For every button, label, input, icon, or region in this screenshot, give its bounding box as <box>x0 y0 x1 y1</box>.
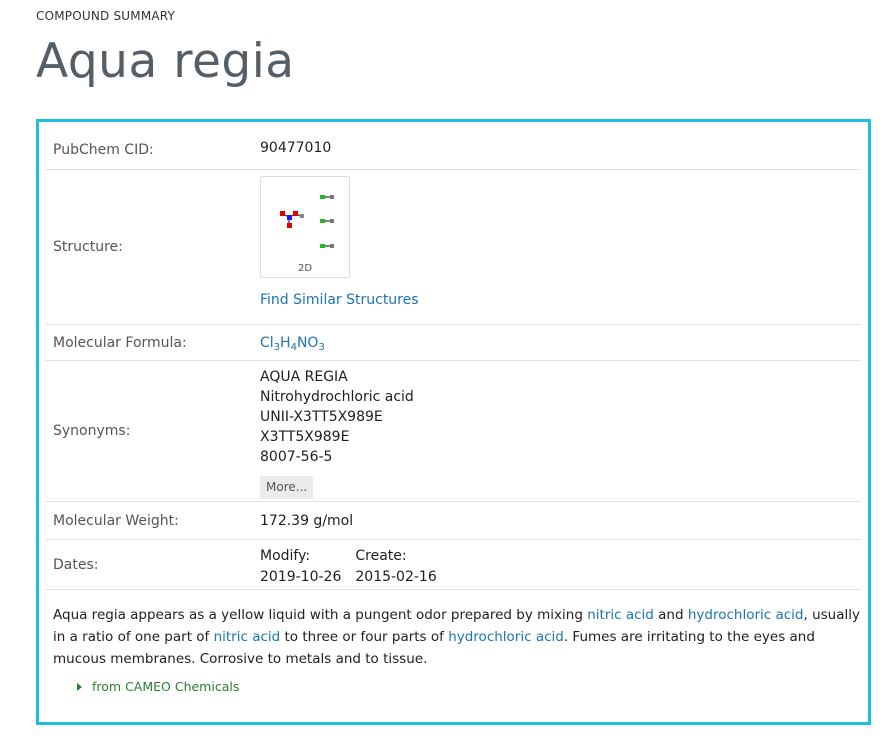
page-eyebrow: COMPOUND SUMMARY <box>36 9 176 23</box>
cid-value: 90477010 <box>260 140 332 156</box>
synonym-item: X3TT5X989E <box>260 429 350 445</box>
nitric-acid-link[interactable]: nitric acid <box>587 607 654 623</box>
row-formula: Molecular Formula: Cl3H4NO3 <box>45 325 861 361</box>
description-segment: Aqua regia appears as a yellow liquid wi… <box>53 607 588 623</box>
description-segment: to three or four parts of <box>280 629 449 645</box>
structure-2d-label: 2D <box>297 263 313 274</box>
synonyms-value: AQUA REGIA Nitrohydrochloric acid UNII-X… <box>260 361 861 501</box>
create-date: Create: 2015-02-16 <box>355 546 436 589</box>
formula-value: Cl3H4NO3 <box>260 325 861 360</box>
create-value: 2015-02-16 <box>355 569 437 585</box>
structure-label: Structure: <box>53 239 123 255</box>
nitric-acid-link[interactable]: nitric acid <box>214 629 281 645</box>
row-molecular-weight: Molecular Weight: 172.39 g/mol <box>45 502 861 540</box>
synonym-item: 8007-56-5 <box>260 449 333 465</box>
formula-label: Molecular Formula: <box>53 334 187 351</box>
synonym-item: AQUA REGIA <box>260 369 348 385</box>
page-title: Aqua regia <box>36 34 295 89</box>
structure-value: 2D Find Similar Structures <box>260 170 861 324</box>
more-synonyms-button[interactable]: More... <box>260 476 314 499</box>
synonym-item: UNII-X3TT5X989E <box>260 409 383 425</box>
formula-part: Cl <box>260 335 274 351</box>
structure-thumbnail[interactable]: 2D <box>260 176 350 278</box>
dates-label: Dates: <box>53 556 99 573</box>
formula-link[interactable]: Cl3H4NO3 <box>260 335 325 353</box>
weight-value: 172.39 g/mol <box>260 513 354 529</box>
formula-subscript: 3 <box>318 342 325 353</box>
synonyms-label: Synonyms: <box>53 423 131 439</box>
description-text: Aqua regia appears as a yellow liquid wi… <box>53 604 863 670</box>
modify-label: Modify: <box>260 548 311 564</box>
row-synonyms: Synonyms: AQUA REGIA Nitrohydrochloric a… <box>45 361 861 502</box>
row-cid: PubChem CID: 90477010 <box>45 130 861 170</box>
find-similar-structures-link[interactable]: Find Similar Structures <box>260 292 419 308</box>
cameo-source-toggle[interactable]: from CAMEO Chemicals <box>77 679 239 694</box>
formula-part: NO <box>296 335 319 351</box>
summary-table: PubChem CID: 90477010 Structure: 2D Find… <box>45 130 861 590</box>
cameo-source-label: from CAMEO Chemicals <box>92 679 240 694</box>
hydrochloric-acid-link[interactable]: hydrochloric acid <box>688 607 804 623</box>
summary-box: PubChem CID: 90477010 Structure: 2D Find… <box>36 119 871 725</box>
row-dates: Dates: Modify: 2019-10-26 Create: 2015-0… <box>45 540 861 590</box>
weight-label: Molecular Weight: <box>53 512 179 529</box>
synonym-item: Nitrohydrochloric acid <box>260 389 414 405</box>
hydrochloric-acid-link[interactable]: hydrochloric acid <box>448 629 564 645</box>
cid-label: PubChem CID: <box>53 141 154 158</box>
description-segment: and <box>653 607 688 623</box>
modify-value: 2019-10-26 <box>260 569 342 585</box>
formula-part: H <box>280 335 291 351</box>
dates-value: Modify: 2019-10-26 Create: 2015-02-16 <box>260 540 861 589</box>
triangle-right-icon <box>77 682 82 691</box>
row-structure: Structure: 2D Find Similar Structures <box>45 170 861 325</box>
modify-date: Modify: 2019-10-26 <box>260 546 341 589</box>
create-label: Create: <box>355 548 407 564</box>
